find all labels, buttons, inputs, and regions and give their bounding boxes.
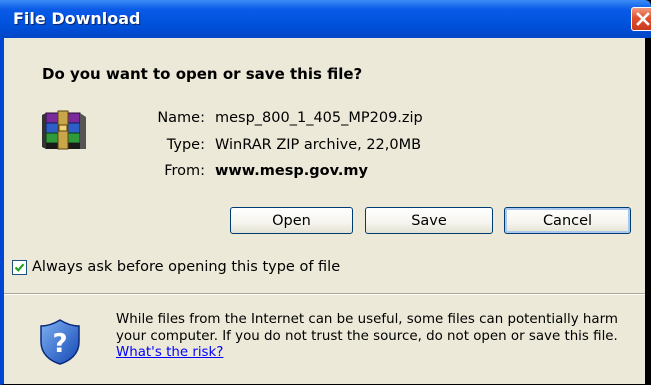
type-label: Type: bbox=[166, 137, 205, 153]
close-icon bbox=[636, 12, 650, 26]
whats-the-risk-link[interactable]: What's the risk? bbox=[116, 345, 223, 360]
type-value: WinRAR ZIP archive, 22,0MB bbox=[215, 137, 422, 153]
dialog-question: Do you want to open or save this file? bbox=[42, 65, 363, 83]
always-ask-checkbox[interactable] bbox=[12, 260, 27, 275]
separator bbox=[4, 293, 645, 295]
svg-text:?: ? bbox=[52, 329, 67, 359]
save-button[interactable]: Save bbox=[365, 207, 493, 234]
close-button[interactable] bbox=[631, 7, 651, 31]
name-label: Name: bbox=[157, 110, 205, 126]
security-warning: While files from the Internet can be use… bbox=[116, 312, 636, 362]
checkmark-icon bbox=[14, 263, 25, 272]
open-button[interactable]: Open bbox=[230, 207, 353, 234]
from-value: www.mesp.gov.my bbox=[215, 163, 368, 179]
winrar-archive-icon bbox=[42, 110, 86, 150]
from-label: From: bbox=[164, 163, 205, 179]
window-title: File Download bbox=[13, 9, 141, 28]
always-ask-label[interactable]: Always ask before opening this type of f… bbox=[32, 259, 340, 275]
title-bar[interactable]: File Download bbox=[0, 0, 651, 38]
name-value: mesp_800_1_405_MP209.zip bbox=[215, 110, 423, 126]
file-download-dialog: File Download Do you want to open or sav… bbox=[0, 0, 651, 385]
warning-text: While files from the Internet can be use… bbox=[116, 312, 618, 344]
cancel-button[interactable]: Cancel bbox=[504, 207, 631, 234]
shield-question-icon: ? bbox=[40, 319, 80, 365]
